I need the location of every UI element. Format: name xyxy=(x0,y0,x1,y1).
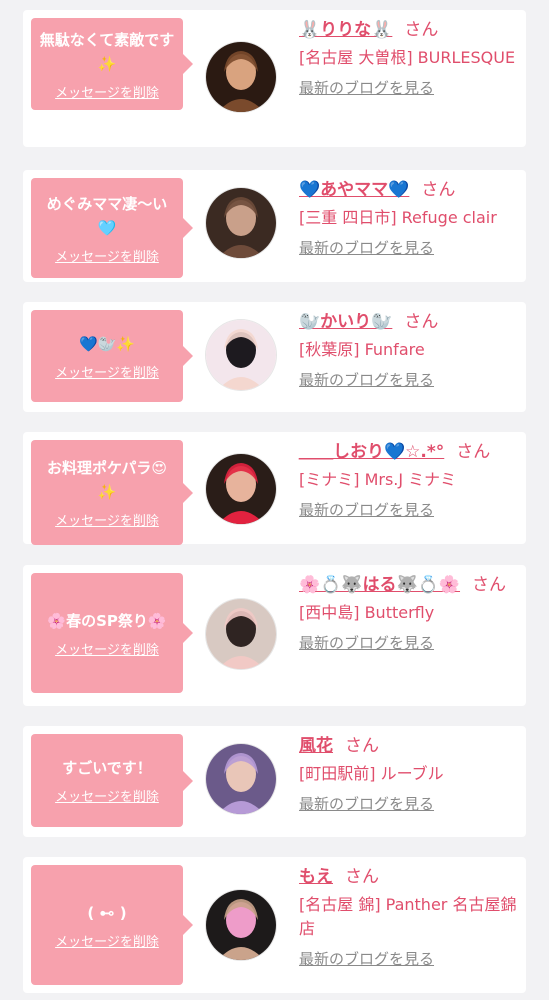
delete-message-link[interactable]: メッセージを削除 xyxy=(55,510,159,529)
latest-blog-link[interactable]: 最新のブログを見る xyxy=(299,794,434,814)
avatar[interactable] xyxy=(206,454,276,524)
cast-name-link[interactable]: 🐰りりな🐰 xyxy=(299,20,392,40)
avatar[interactable] xyxy=(206,42,276,112)
cast-info: もえ さん [名古屋 錦] Panther 名古屋錦店 最新のブログを見る xyxy=(299,865,521,969)
message-bubble: 無駄なくて素敵です✨ メッセージを削除 xyxy=(31,18,193,110)
message-text: めぐみママ凄〜い🩵 xyxy=(46,194,168,237)
latest-blog-link[interactable]: 最新のブログを見る xyxy=(299,633,434,653)
avatar[interactable] xyxy=(206,599,276,669)
message-text: すごいです！ xyxy=(62,759,152,777)
message-card: めぐみママ凄〜い🩵 メッセージを削除 💙あやママ💙 さん [三重 四日市] Ref… xyxy=(23,170,526,282)
cast-name-link[interactable]: 風花 xyxy=(299,736,333,756)
message-bubble: すごいです！ メッセージを削除 xyxy=(31,734,193,827)
delete-message-link[interactable]: メッセージを削除 xyxy=(55,82,159,101)
shop-name: [町田駅前] ルーブル xyxy=(299,764,444,783)
message-card: すごいです！ メッセージを削除 風花 さん [町田駅前] ルーブル 最新のブログを… xyxy=(23,726,526,837)
shop-name: [名古屋 錦] Panther 名古屋錦店 xyxy=(299,895,517,938)
cast-info: 🌸💍🐺はる🐺💍🌸 さん [西中島] Butterfly 最新のブログを見る xyxy=(299,573,521,653)
avatar-image xyxy=(206,890,276,960)
avatar[interactable] xyxy=(206,744,276,814)
name-line: 🌸💍🐺はる🐺💍🌸 さん xyxy=(299,573,521,597)
message-bubble: 🌸春のSP祭り🌸 メッセージを削除 xyxy=(31,573,193,693)
cast-info: 🐰りりな🐰 さん [名古屋 大曽根] BURLESQUE 最新のブログを見る xyxy=(299,18,521,98)
message-text: お料理ポケパラ😍✨ xyxy=(46,459,168,501)
honorific: さん xyxy=(456,442,491,462)
honorific: さん xyxy=(421,180,456,200)
latest-blog-link[interactable]: 最新のブログを見る xyxy=(299,949,434,969)
avatar[interactable] xyxy=(206,890,276,960)
message-bubble: ( ⊷ ) メッセージを削除 xyxy=(31,865,193,985)
shop-name: [ミナミ] Mrs.J ミナミ xyxy=(299,470,457,489)
avatar[interactable] xyxy=(206,320,276,390)
latest-blog-link[interactable]: 最新のブログを見る xyxy=(299,78,434,98)
message-list: 無駄なくて素敵です✨ メッセージを削除 🐰りりな🐰 さん [名古屋 大曽根] BU… xyxy=(0,0,549,1000)
avatar-image xyxy=(206,42,276,112)
cast-info: 💙あやママ💙 さん [三重 四日市] Refuge clair 最新のブログを見る xyxy=(299,178,521,258)
latest-blog-link[interactable]: 最新のブログを見る xyxy=(299,370,434,390)
avatar-image xyxy=(206,320,276,390)
honorific: さん xyxy=(472,575,507,595)
avatar-image xyxy=(206,744,276,814)
name-line: 💙あやママ💙 さん xyxy=(299,178,521,202)
shop-name: [三重 四日市] Refuge clair xyxy=(299,208,497,227)
honorific: さん xyxy=(404,312,439,332)
message-bubble: めぐみママ凄〜い🩵 メッセージを削除 xyxy=(31,178,193,278)
avatar[interactable] xyxy=(206,188,276,258)
name-line: 🦭かいり🦭 さん xyxy=(299,310,521,334)
latest-blog-link[interactable]: 最新のブログを見る xyxy=(299,500,434,520)
shop-name: [名古屋 大曽根] BURLESQUE xyxy=(299,48,516,67)
cast-name-link[interactable]: 🌸💍🐺はる🐺💍🌸 xyxy=(299,575,460,595)
message-card: お料理ポケパラ😍✨ メッセージを削除 ＿＿しおり💙☆.*° さん [ミナミ] Mr… xyxy=(23,432,526,545)
shop-name: [秋葉原] Funfare xyxy=(299,340,425,359)
delete-message-link[interactable]: メッセージを削除 xyxy=(55,246,159,265)
cast-name-link[interactable]: 💙あやママ💙 xyxy=(299,180,409,200)
message-card: 🌸春のSP祭り🌸 メッセージを削除 🌸💍🐺はる🐺💍🌸 さん [西中島] Butte… xyxy=(23,565,526,706)
message-text: 💙🦭✨ xyxy=(78,334,136,353)
message-card: 無駄なくて素敵です✨ メッセージを削除 🐰りりな🐰 さん [名古屋 大曽根] BU… xyxy=(23,10,526,147)
message-card: 💙🦭✨ メッセージを削除 🦭かいり🦭 さん [秋葉原] Funfare 最新のブロ… xyxy=(23,302,526,412)
delete-message-link[interactable]: メッセージを削除 xyxy=(55,931,159,950)
name-line: 🐰りりな🐰 さん xyxy=(299,18,521,42)
message-text: 無駄なくて素敵です✨ xyxy=(39,30,175,73)
shop-name: [西中島] Butterfly xyxy=(299,603,435,622)
message-bubble: お料理ポケパラ😍✨ メッセージを削除 xyxy=(31,440,193,545)
avatar-image xyxy=(206,599,276,669)
honorific: さん xyxy=(345,867,379,887)
cast-name-link[interactable]: もえ xyxy=(299,867,333,887)
message-bubble: 💙🦭✨ メッセージを削除 xyxy=(31,310,193,402)
honorific: さん xyxy=(404,20,439,40)
latest-blog-link[interactable]: 最新のブログを見る xyxy=(299,238,434,258)
cast-name-link[interactable]: 🦭かいり🦭 xyxy=(299,312,392,332)
delete-message-link[interactable]: メッセージを削除 xyxy=(55,639,159,658)
delete-message-link[interactable]: メッセージを削除 xyxy=(55,362,159,381)
avatar-image xyxy=(206,454,276,524)
delete-message-link[interactable]: メッセージを削除 xyxy=(55,786,159,805)
name-line: もえ さん xyxy=(299,865,521,889)
avatar-image xyxy=(206,188,276,258)
message-text: 🌸春のSP祭り🌸 xyxy=(47,611,167,630)
cast-info: ＿＿しおり💙☆.*° さん [ミナミ] Mrs.J ミナミ 最新のブログを見る xyxy=(299,440,521,520)
message-text: ( ⊷ ) xyxy=(87,903,127,922)
name-line: ＿＿しおり💙☆.*° さん xyxy=(299,440,521,464)
message-card: ( ⊷ ) メッセージを削除 もえ さん [名古屋 錦] Panther 名古屋錦… xyxy=(23,857,526,993)
name-line: 風花 さん xyxy=(299,734,521,758)
cast-info: 風花 さん [町田駅前] ルーブル 最新のブログを見る xyxy=(299,734,521,814)
cast-info: 🦭かいり🦭 さん [秋葉原] Funfare 最新のブログを見る xyxy=(299,310,521,390)
cast-name-link[interactable]: ＿＿しおり💙☆.*° xyxy=(299,442,444,462)
honorific: さん xyxy=(345,736,379,756)
